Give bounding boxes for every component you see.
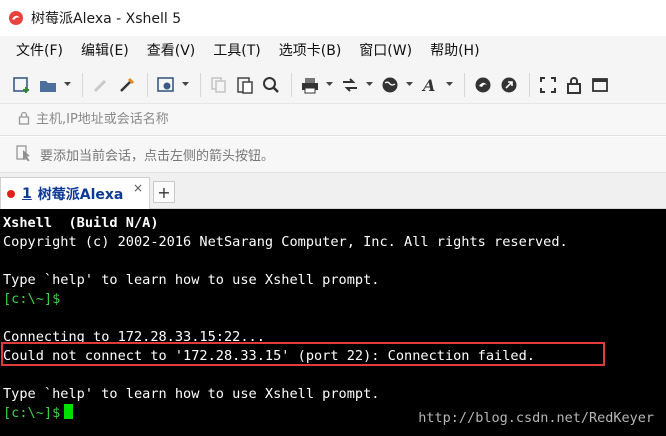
tab-raspberry-alexa[interactable]: 1 树莓派Alexa × <box>0 177 150 209</box>
host-address-input[interactable] <box>36 112 636 127</box>
hint-text: 要添加当前会话，点击左侧的箭头按钮。 <box>40 149 275 164</box>
find-icon[interactable] <box>259 73 283 97</box>
error-highlight-box <box>1 342 605 366</box>
chevron-down-icon[interactable] <box>364 73 374 97</box>
terminal-area[interactable]: Xshell (Build N/A) Copyright (c) 2002-20… <box>0 209 666 436</box>
print-icon[interactable] <box>298 73 322 97</box>
menu-window[interactable]: 窗口(W) <box>347 36 418 66</box>
more-icon[interactable] <box>588 73 612 97</box>
new-session-icon[interactable] <box>10 73 34 97</box>
menu-edit[interactable]: 编辑(E) <box>69 36 135 66</box>
terminal-line: Type `help' to learn how to use Xshell p… <box>3 386 380 402</box>
add-session-arrow-icon[interactable] <box>16 144 32 166</box>
address-bar <box>0 104 666 136</box>
reconnect-icon[interactable] <box>89 73 113 97</box>
font-icon[interactable]: A <box>418 73 442 97</box>
chevron-down-icon[interactable] <box>62 73 72 97</box>
xftp-icon[interactable] <box>497 73 521 97</box>
menu-bar: 文件(F) 编辑(E) 查看(V) 工具(T) 选项卡(B) 窗口(W) 帮助(… <box>0 36 666 66</box>
menu-view[interactable]: 查看(V) <box>135 36 202 66</box>
chevron-down-icon[interactable] <box>180 73 190 97</box>
toolbar-divider <box>200 72 201 97</box>
paste-icon[interactable] <box>233 73 257 97</box>
toolbar-divider <box>464 72 465 97</box>
menu-file[interactable]: 文件(F) <box>4 36 69 66</box>
tab-label: 树莓派Alexa <box>37 186 124 203</box>
tab-number: 1 <box>22 185 32 202</box>
add-tab-button[interactable]: + <box>153 181 175 203</box>
toolbar-divider <box>147 72 148 97</box>
toolbar-divider <box>82 72 83 97</box>
toolbar-divider <box>291 72 292 97</box>
fullscreen-icon[interactable] <box>536 73 560 97</box>
watermark: http://blog.csdn.net/RedKeyer <box>418 410 654 426</box>
lock-icon <box>18 111 30 129</box>
properties-icon[interactable] <box>154 73 178 97</box>
connection-status-icon <box>7 189 15 198</box>
xshell-app-icon <box>8 10 24 26</box>
xshell-icon[interactable] <box>471 73 495 97</box>
disconnect-icon[interactable] <box>115 73 139 97</box>
terminal-cursor <box>64 404 74 419</box>
lock-icon[interactable] <box>562 73 586 97</box>
window-title: 树莓派Alexa - Xshell 5 <box>31 11 182 27</box>
terminal-line: Type `help' to learn how to use Xshell p… <box>3 272 380 288</box>
tab-bar: 1 树莓派Alexa × + <box>0 173 666 209</box>
menu-help[interactable]: 帮助(H) <box>418 36 485 66</box>
chevron-down-icon[interactable] <box>324 73 334 97</box>
open-folder-icon[interactable] <box>36 73 60 97</box>
globe-icon[interactable] <box>378 73 402 97</box>
title-bar: 树莓派Alexa - Xshell 5 <box>0 0 666 36</box>
terminal-line: Copyright (c) 2002-2016 NetSarang Comput… <box>3 234 568 250</box>
terminal-prompt: [c:\~]$ <box>3 291 61 307</box>
transfer-icon[interactable] <box>338 73 362 97</box>
chevron-down-icon[interactable] <box>404 73 414 97</box>
copy-icon[interactable] <box>207 73 231 97</box>
toolbar: A <box>0 66 666 104</box>
chevron-down-icon[interactable] <box>444 73 454 97</box>
svg-text:A: A <box>421 76 435 95</box>
session-hint-bar: 要添加当前会话，点击左侧的箭头按钮。 <box>0 137 666 173</box>
menu-tabs[interactable]: 选项卡(B) <box>267 36 348 66</box>
terminal-prompt: [c:\~]$ <box>3 405 61 421</box>
toolbar-divider <box>529 72 530 97</box>
close-tab-icon[interactable]: × <box>133 181 143 195</box>
menu-tools[interactable]: 工具(T) <box>201 36 266 66</box>
terminal-line: Xshell (Build N/A) <box>3 215 159 231</box>
